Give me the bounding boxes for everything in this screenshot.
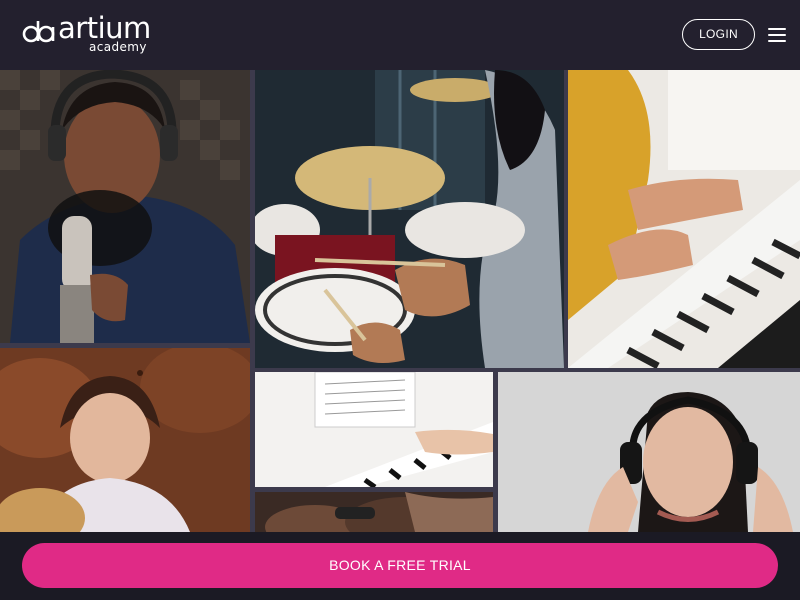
logo-mark-icon	[22, 21, 55, 43]
drummer-photo	[255, 70, 564, 368]
instrument-hands-photo	[255, 492, 493, 532]
piano-photo	[255, 372, 493, 487]
guitar-girl-photo	[0, 348, 250, 532]
photo-collage	[0, 70, 800, 532]
hamburger-menu-icon[interactable]	[766, 25, 788, 45]
book-free-trial-button[interactable]: BOOK A FREE TRIAL	[22, 543, 778, 588]
artium-logo[interactable]: artium academy	[22, 10, 162, 60]
site-header: artium academy LOGIN	[0, 0, 800, 70]
bottom-cta-bar: BOOK A FREE TRIAL	[0, 532, 800, 600]
logo-subtext: academy	[89, 40, 147, 54]
headphones-woman-photo	[498, 372, 800, 532]
login-button[interactable]: LOGIN	[682, 19, 755, 50]
keyboard-photo	[568, 70, 800, 368]
singer-photo	[0, 70, 250, 343]
